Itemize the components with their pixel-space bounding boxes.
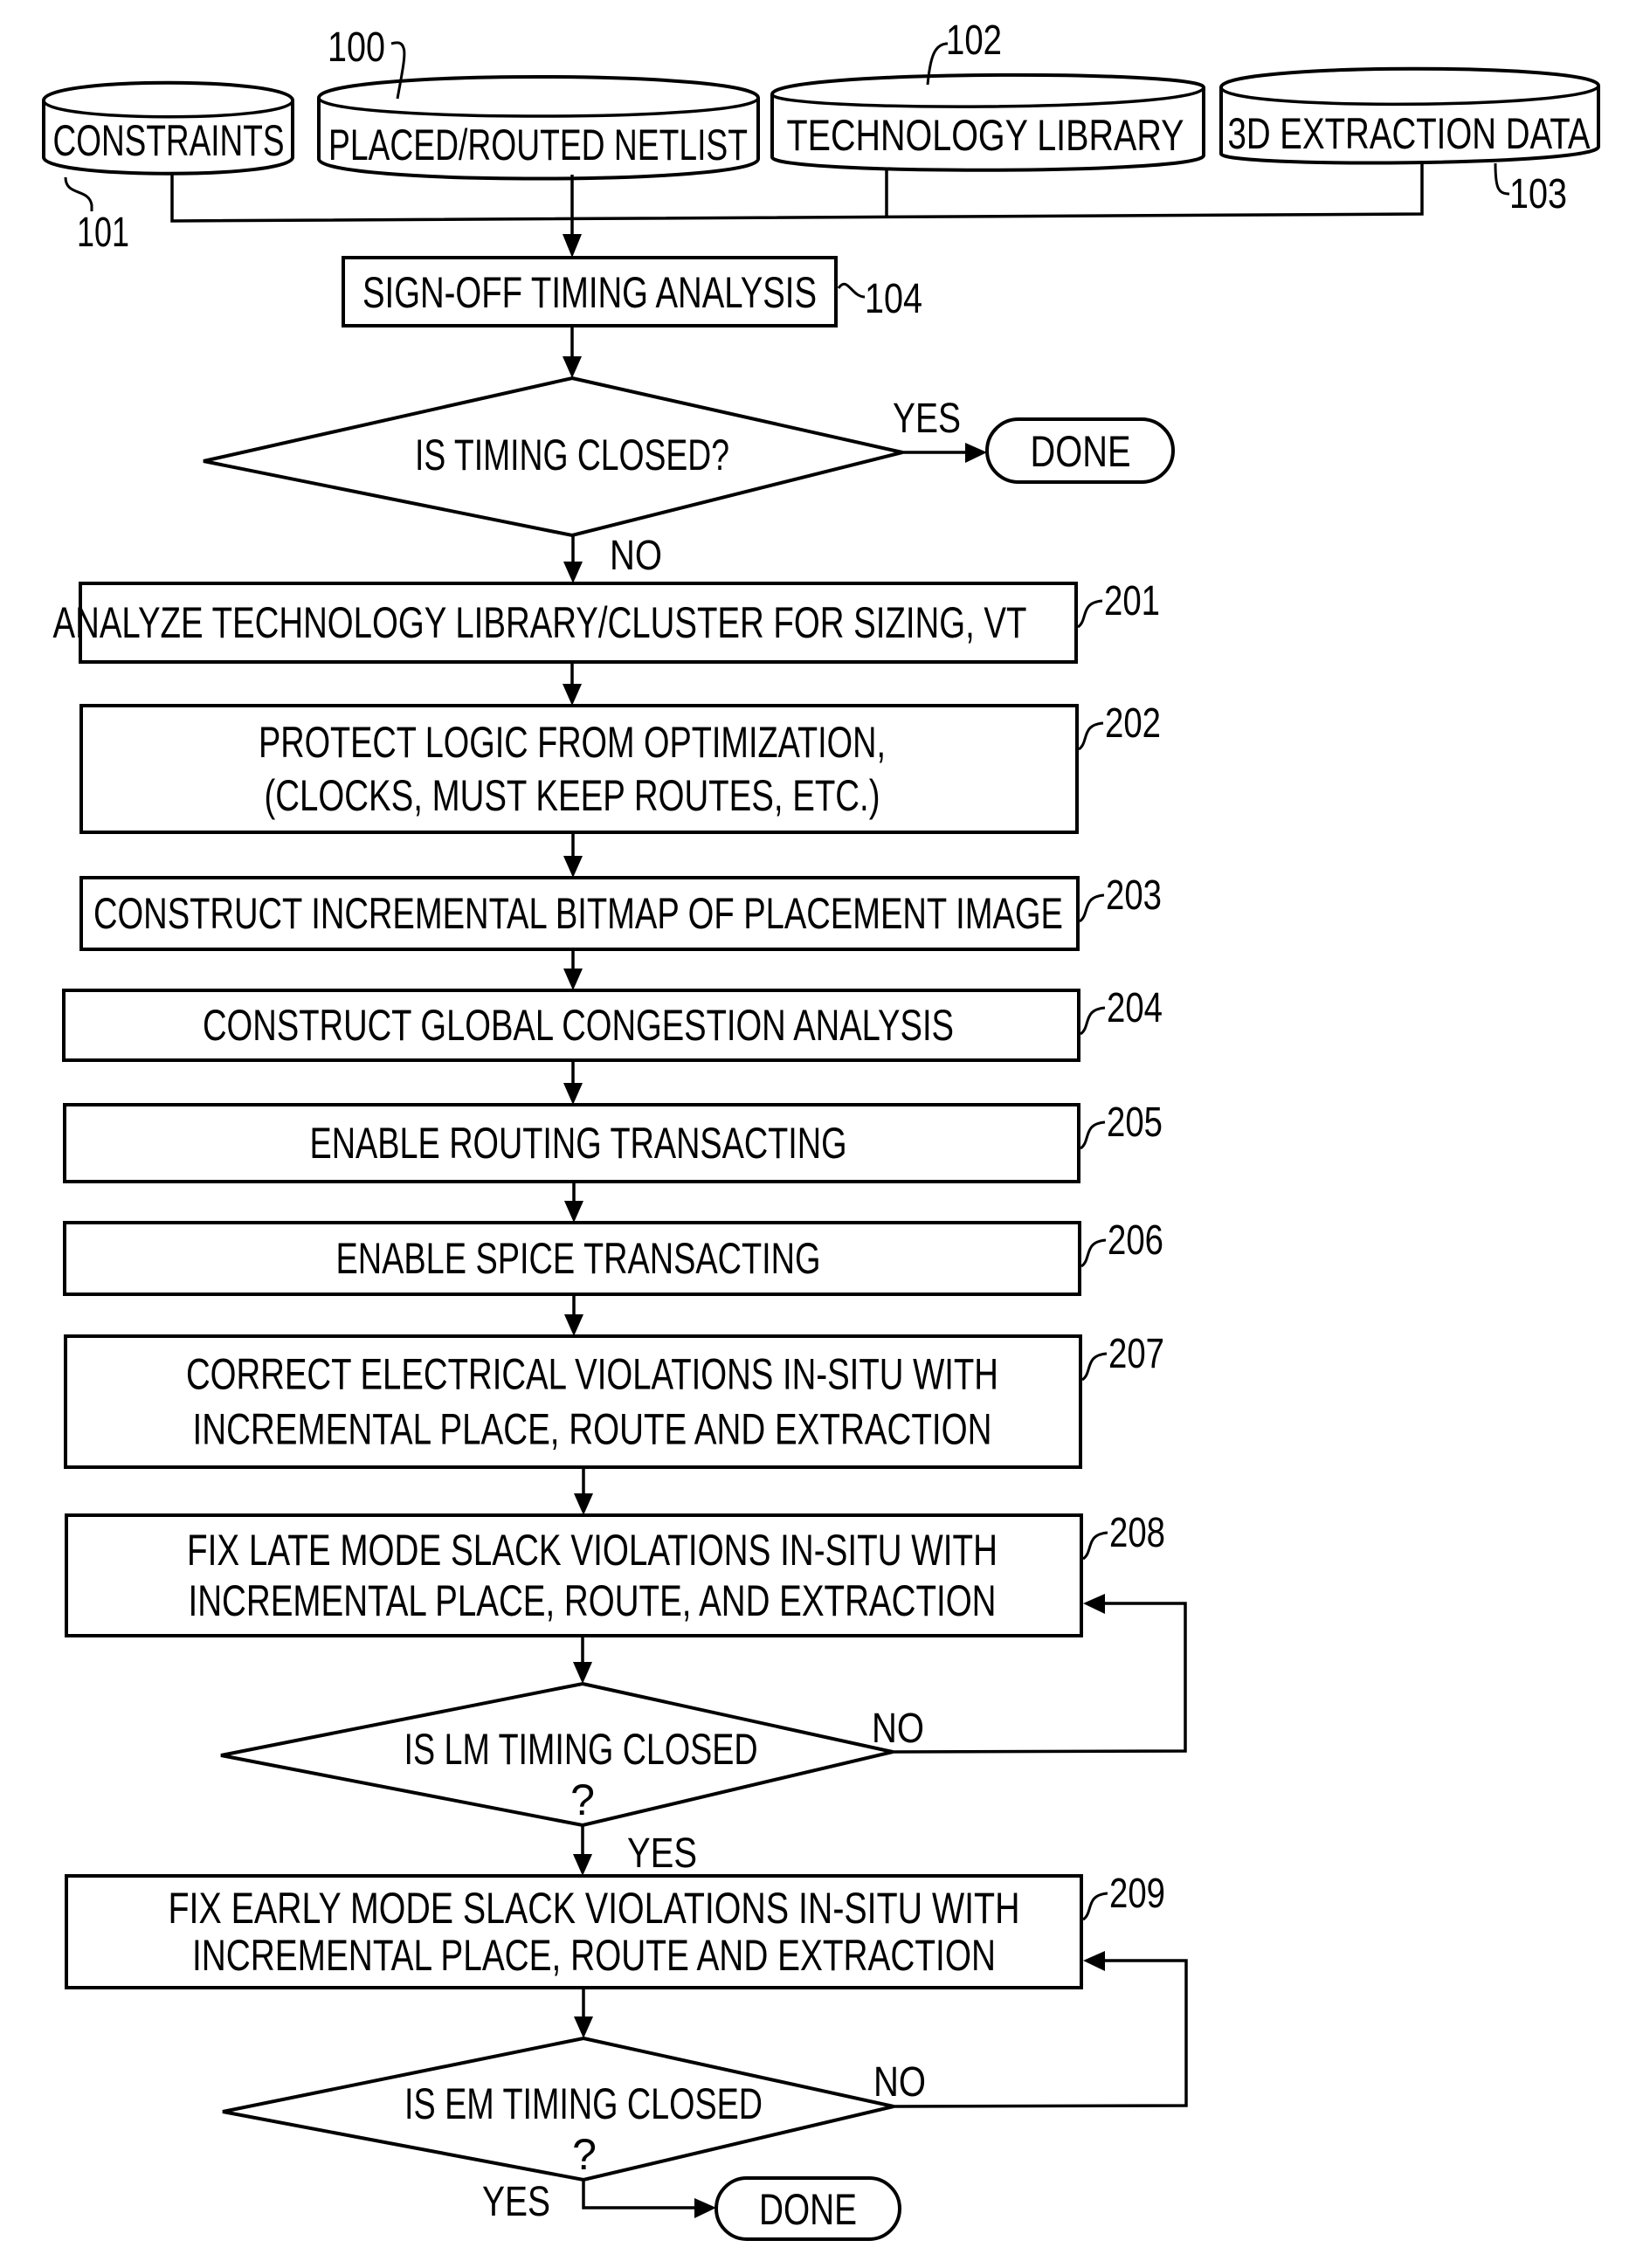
step-label: INCREMENTAL PLACE, ROUTE AND EXTRACTION — [192, 1931, 996, 1980]
step-label: FIX LATE MODE SLACK VIOLATIONS IN-SITU W… — [187, 1526, 998, 1575]
cylinder-techlib: TECHNOLOGY LIBRARY — [770, 72, 1205, 172]
process-step-203: CONSTRUCT INCREMENTAL BITMAP OF PLACEMEN… — [79, 872, 1162, 951]
no-label: NO — [610, 533, 662, 579]
arrowhead — [574, 1493, 593, 1515]
ref-201: 201 — [1104, 578, 1160, 624]
ref-102: 102 — [946, 17, 1002, 64]
arrowhead — [965, 443, 987, 463]
cylinder-3d-extraction: 3D EXTRACTION DATA — [1219, 66, 1600, 165]
ref-206: 206 — [1108, 1217, 1163, 1264]
arrowhead — [564, 1201, 583, 1223]
ref-103: 103 — [1509, 171, 1567, 217]
arrowhead — [563, 562, 583, 583]
ref-leader-101 — [64, 176, 93, 211]
process-step-208: FIX LATE MODE SLACK VIOLATIONS IN-SITU W… — [65, 1510, 1165, 1637]
timing-closure-flowchart: CONSTRAINTS 101 PLACED/ROUTED NETLIST 10… — [42, 17, 1600, 2241]
step-label: INCREMENTAL PLACE, ROUTE AND EXTRACTION — [193, 1405, 992, 1454]
cylinder-netlist: PLACED/ROUTED NETLIST — [317, 75, 760, 181]
ref-205: 205 — [1107, 1100, 1163, 1146]
done-terminal-2: DONE — [714, 2176, 901, 2241]
lm-no-label: NO — [872, 1706, 924, 1752]
step-label: CORRECT ELECTRICAL VIOLATIONS IN-SITU WI… — [186, 1350, 998, 1399]
arrowhead — [563, 969, 583, 990]
ref-leader-103 — [1494, 162, 1510, 196]
arrowhead — [694, 2198, 716, 2218]
arrowhead — [563, 684, 582, 706]
ref-leader-209 — [1081, 1892, 1108, 1921]
step-label: CONSTRUCT GLOBAL CONGESTION ANALYSIS — [203, 1001, 954, 1050]
process-step-204: CONSTRUCT GLOBAL CONGESTION ANALYSIS 204 — [62, 985, 1163, 1062]
decision-lm-qmark: ? — [570, 1775, 595, 1824]
ref-202: 202 — [1105, 700, 1161, 747]
em-yes-connector — [582, 2180, 703, 2209]
ref-leader-206 — [1080, 1238, 1107, 1268]
arrowhead — [563, 856, 583, 878]
ref-leader-201 — [1076, 599, 1103, 629]
ref-leader-203 — [1078, 893, 1105, 923]
ref-leader-208 — [1081, 1531, 1108, 1561]
done-label: DONE — [759, 2185, 857, 2234]
step-label: CONSTRUCT INCREMENTAL BITMAP OF PLACEMEN… — [93, 889, 1063, 938]
em-no-label: NO — [873, 2059, 926, 2106]
process-step-206: ENABLE SPICE TRANSACTING 206 — [63, 1217, 1163, 1296]
arrowhead — [573, 1854, 592, 1876]
process-step-202: PROTECT LOGIC FROM OPTIMIZATION,(CLOCKS,… — [79, 700, 1161, 834]
ref-209: 209 — [1109, 1871, 1165, 1917]
decision-em-qmark: ? — [572, 2130, 597, 2179]
decision-label: IS TIMING CLOSED? — [415, 431, 729, 479]
arrowhead — [563, 234, 582, 258]
decision-timing-closed: IS TIMING CLOSED? — [203, 376, 903, 538]
decision-lm-label: IS LM TIMING CLOSED — [404, 1725, 758, 1774]
cylinder-label-constraints: CONSTRAINTS — [53, 116, 285, 165]
ref-leader-104 — [837, 282, 866, 299]
ref-203: 203 — [1106, 872, 1162, 919]
ref-100: 100 — [328, 24, 385, 71]
arrowhead — [1083, 1594, 1105, 1614]
yes-label: YES — [893, 396, 961, 442]
ref-leader-202 — [1077, 721, 1104, 751]
signoff-label: SIGN-OFF TIMING ANALYSIS — [362, 268, 817, 317]
ref-204: 204 — [1107, 985, 1163, 1031]
decision-em-timing-closed: IS EM TIMING CLOSED ? — [222, 2036, 894, 2182]
cylinder-label-techlib: TECHNOLOGY LIBRARY — [787, 111, 1184, 160]
arrowhead — [563, 356, 582, 378]
ref-leader-204 — [1079, 1006, 1106, 1036]
step-label: (CLOCKS, MUST KEEP ROUTES, ETC.) — [265, 771, 880, 820]
decision-lm-timing-closed: IS LM TIMING CLOSED ? — [220, 1681, 894, 1828]
cylinder-constraints: CONSTRAINTS — [42, 80, 294, 176]
done-label: DONE — [1031, 427, 1131, 476]
step-label: ENABLE ROUTING TRANSACTING — [310, 1119, 847, 1168]
step-label: ANALYZE TECHNOLOGY LIBRARY/CLUSTER FOR S… — [53, 598, 1027, 647]
arrowhead — [1083, 1951, 1105, 1971]
step-label: FIX EARLY MODE SLACK VIOLATIONS IN-SITU … — [169, 1884, 1020, 1933]
lm-yes-label: YES — [627, 1830, 697, 1877]
step-label: INCREMENTAL PLACE, ROUTE, AND EXTRACTION — [189, 1576, 997, 1625]
signoff-timing-analysis-box: SIGN-OFF TIMING ANALYSIS — [342, 256, 838, 327]
ref-leader-207 — [1080, 1352, 1108, 1382]
process-step-209: FIX EARLY MODE SLACK VIOLATIONS IN-SITU … — [65, 1871, 1165, 1989]
arrowhead — [564, 1314, 583, 1336]
ref-208: 208 — [1109, 1510, 1165, 1556]
process-step-205: ENABLE ROUTING TRANSACTING 205 — [63, 1100, 1163, 1183]
ref-101: 101 — [77, 210, 129, 256]
arrowhead — [574, 2016, 593, 2038]
arrowhead — [563, 1083, 583, 1105]
process-step-201: ANALYZE TECHNOLOGY LIBRARY/CLUSTER FOR S… — [53, 578, 1160, 664]
decision-em-label: IS EM TIMING CLOSED — [404, 2079, 763, 2128]
cylinder-label-extraction: 3D EXTRACTION DATA — [1228, 109, 1591, 158]
done-terminal-1: DONE — [985, 417, 1175, 484]
cylinder-label-netlist: PLACED/ROUTED NETLIST — [328, 121, 748, 169]
em-yes-label: YES — [482, 2179, 550, 2225]
step-label: ENABLE SPICE TRANSACTING — [336, 1234, 821, 1283]
ref-104: 104 — [865, 276, 922, 322]
arrowhead — [573, 1662, 592, 1684]
ref-207: 207 — [1108, 1331, 1164, 1377]
step-label: PROTECT LOGIC FROM OPTIMIZATION, — [259, 718, 886, 767]
ref-leader-205 — [1079, 1120, 1106, 1150]
process-step-207: CORRECT ELECTRICAL VIOLATIONS IN-SITU WI… — [64, 1331, 1164, 1469]
